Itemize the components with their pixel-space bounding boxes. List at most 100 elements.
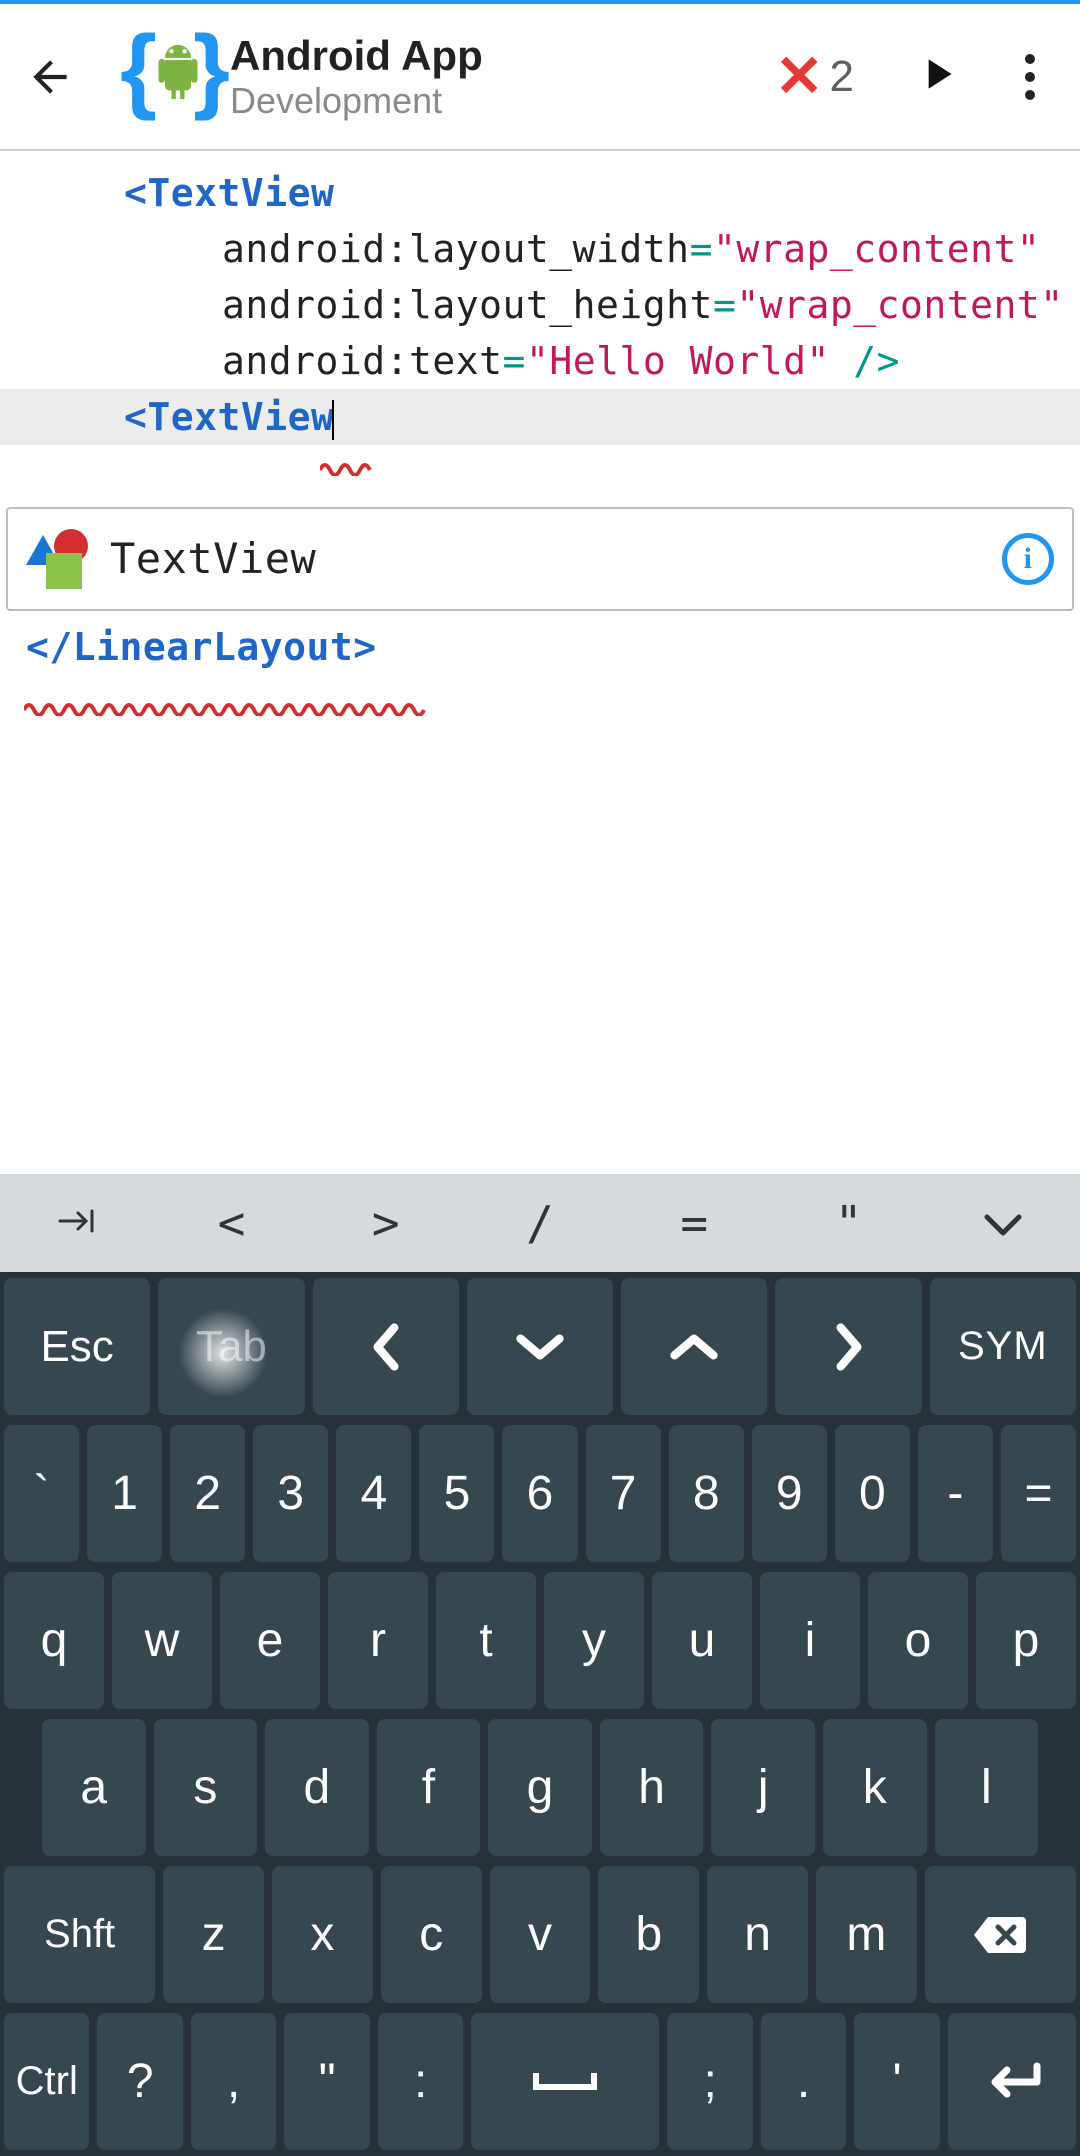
key-backtick[interactable]: ` — [4, 1425, 79, 1562]
suggestion-icon — [26, 529, 96, 589]
error-count: 2 — [830, 52, 854, 102]
key-sym[interactable]: SYM — [930, 1278, 1076, 1415]
key-r[interactable]: r — [328, 1572, 428, 1709]
autocomplete-suggestion[interactable]: TextView i — [6, 507, 1074, 611]
code-editor[interactable]: <TextView android:layout_width="wrap_con… — [0, 151, 1080, 731]
app-subtitle: Development — [230, 80, 483, 122]
key-period[interactable]: . — [761, 2013, 846, 2150]
xml-self-close: /> — [830, 339, 900, 383]
key-squote[interactable]: ' — [854, 2013, 939, 2150]
code-line[interactable]: android:layout_width="wrap_content" — [0, 221, 1080, 277]
key-z[interactable]: z — [163, 1866, 264, 2003]
key-m[interactable]: m — [816, 1866, 917, 2003]
shortcut-tab[interactable] — [0, 1203, 154, 1244]
key-colon[interactable]: : — [378, 2013, 463, 2150]
shortcut-gt[interactable]: > — [309, 1196, 463, 1250]
xml-attr: android:layout_height — [222, 283, 713, 327]
key-h[interactable]: h — [600, 1719, 704, 1856]
key-space[interactable] — [471, 2013, 659, 2150]
key-i[interactable]: i — [760, 1572, 860, 1709]
key-equals[interactable]: = — [1001, 1425, 1076, 1562]
xml-value: "wrap_content" — [713, 227, 1040, 271]
key-esc[interactable]: Esc — [4, 1278, 150, 1415]
shortcut-lt[interactable]: < — [154, 1196, 308, 1250]
key-shift[interactable]: Shft — [4, 1866, 155, 2003]
xml-close-tag: </LinearLayout> — [26, 625, 377, 669]
key-s[interactable]: s — [154, 1719, 258, 1856]
key-5[interactable]: 5 — [419, 1425, 494, 1562]
key-f[interactable]: f — [377, 1719, 481, 1856]
code-line[interactable]: <TextView — [0, 165, 1080, 221]
key-arrow-right[interactable] — [775, 1278, 921, 1415]
shortcut-eq[interactable]: = — [617, 1196, 771, 1250]
error-x-icon: ✕ — [775, 48, 824, 106]
xml-tag: <TextView — [124, 171, 334, 215]
key-dquote[interactable]: " — [284, 2013, 369, 2150]
key-j[interactable]: j — [711, 1719, 815, 1856]
key-p[interactable]: p — [976, 1572, 1076, 1709]
key-6[interactable]: 6 — [502, 1425, 577, 1562]
key-o[interactable]: o — [868, 1572, 968, 1709]
key-ctrl[interactable]: Ctrl — [4, 2013, 89, 2150]
on-screen-keyboard: Esc Tab SYM ` 1 2 3 4 5 6 7 8 9 0 - = q … — [0, 1272, 1080, 2156]
key-l[interactable]: l — [935, 1719, 1039, 1856]
key-q[interactable]: q — [4, 1572, 104, 1709]
key-enter[interactable] — [948, 2013, 1076, 2150]
shortcut-collapse[interactable] — [926, 1196, 1080, 1250]
suggestion-label: TextView — [110, 531, 316, 587]
key-u[interactable]: u — [652, 1572, 752, 1709]
run-button[interactable] — [912, 49, 962, 104]
key-k[interactable]: k — [823, 1719, 927, 1856]
error-indicator[interactable]: ✕ 2 — [775, 48, 854, 106]
key-arrow-down[interactable] — [467, 1278, 613, 1415]
shortcut-slash[interactable]: / — [463, 1196, 617, 1250]
key-0[interactable]: 0 — [835, 1425, 910, 1562]
info-icon[interactable]: i — [1002, 533, 1054, 585]
key-arrow-left[interactable] — [313, 1278, 459, 1415]
error-squiggle-icon — [24, 700, 434, 716]
key-g[interactable]: g — [488, 1719, 592, 1856]
key-w[interactable]: w — [112, 1572, 212, 1709]
key-n[interactable]: n — [707, 1866, 808, 2003]
key-7[interactable]: 7 — [586, 1425, 661, 1562]
key-d[interactable]: d — [265, 1719, 369, 1856]
key-dash[interactable]: - — [918, 1425, 993, 1562]
key-e[interactable]: e — [220, 1572, 320, 1709]
xml-value: "Hello World" — [526, 339, 830, 383]
key-4[interactable]: 4 — [336, 1425, 411, 1562]
app-title: Android App — [230, 32, 483, 80]
key-x[interactable]: x — [272, 1866, 373, 2003]
key-comma[interactable]: , — [191, 2013, 276, 2150]
code-line-current[interactable]: <TextView — [0, 389, 1080, 445]
key-9[interactable]: 9 — [752, 1425, 827, 1562]
key-3[interactable]: 3 — [253, 1425, 328, 1562]
xml-attr: android:text — [222, 339, 503, 383]
xml-tag: <TextView — [124, 395, 334, 439]
key-c[interactable]: c — [381, 1866, 482, 2003]
app-logo-block: { } Android App Development — [120, 27, 483, 127]
key-v[interactable]: v — [490, 1866, 591, 2003]
key-t[interactable]: t — [436, 1572, 536, 1709]
code-line[interactable]: android:text="Hello World" /> — [0, 333, 1080, 389]
code-line[interactable]: </LinearLayout> — [0, 619, 1080, 675]
key-backspace[interactable] — [925, 1866, 1076, 2003]
code-line[interactable]: android:layout_height="wrap_content" — [0, 277, 1080, 333]
toolbar: { } Android App Development ✕ 2 — [0, 4, 1080, 151]
xml-attr: android:layout_width — [222, 227, 690, 271]
editor-shortcut-bar: < > / = " — [0, 1174, 1080, 1272]
key-question[interactable]: ? — [97, 2013, 182, 2150]
key-y[interactable]: y — [544, 1572, 644, 1709]
more-menu-button[interactable] — [1000, 54, 1060, 100]
key-arrow-up[interactable] — [621, 1278, 767, 1415]
app-logo-icon: { } — [120, 27, 230, 127]
shortcut-quote[interactable]: " — [771, 1196, 925, 1250]
key-a[interactable]: a — [42, 1719, 146, 1856]
key-8[interactable]: 8 — [669, 1425, 744, 1562]
key-b[interactable]: b — [598, 1866, 699, 2003]
back-button[interactable] — [10, 52, 90, 102]
key-2[interactable]: 2 — [170, 1425, 245, 1562]
key-semicolon[interactable]: ; — [667, 2013, 752, 2150]
error-squiggle-icon — [320, 460, 380, 476]
key-1[interactable]: 1 — [87, 1425, 162, 1562]
key-tab[interactable]: Tab — [158, 1278, 304, 1415]
